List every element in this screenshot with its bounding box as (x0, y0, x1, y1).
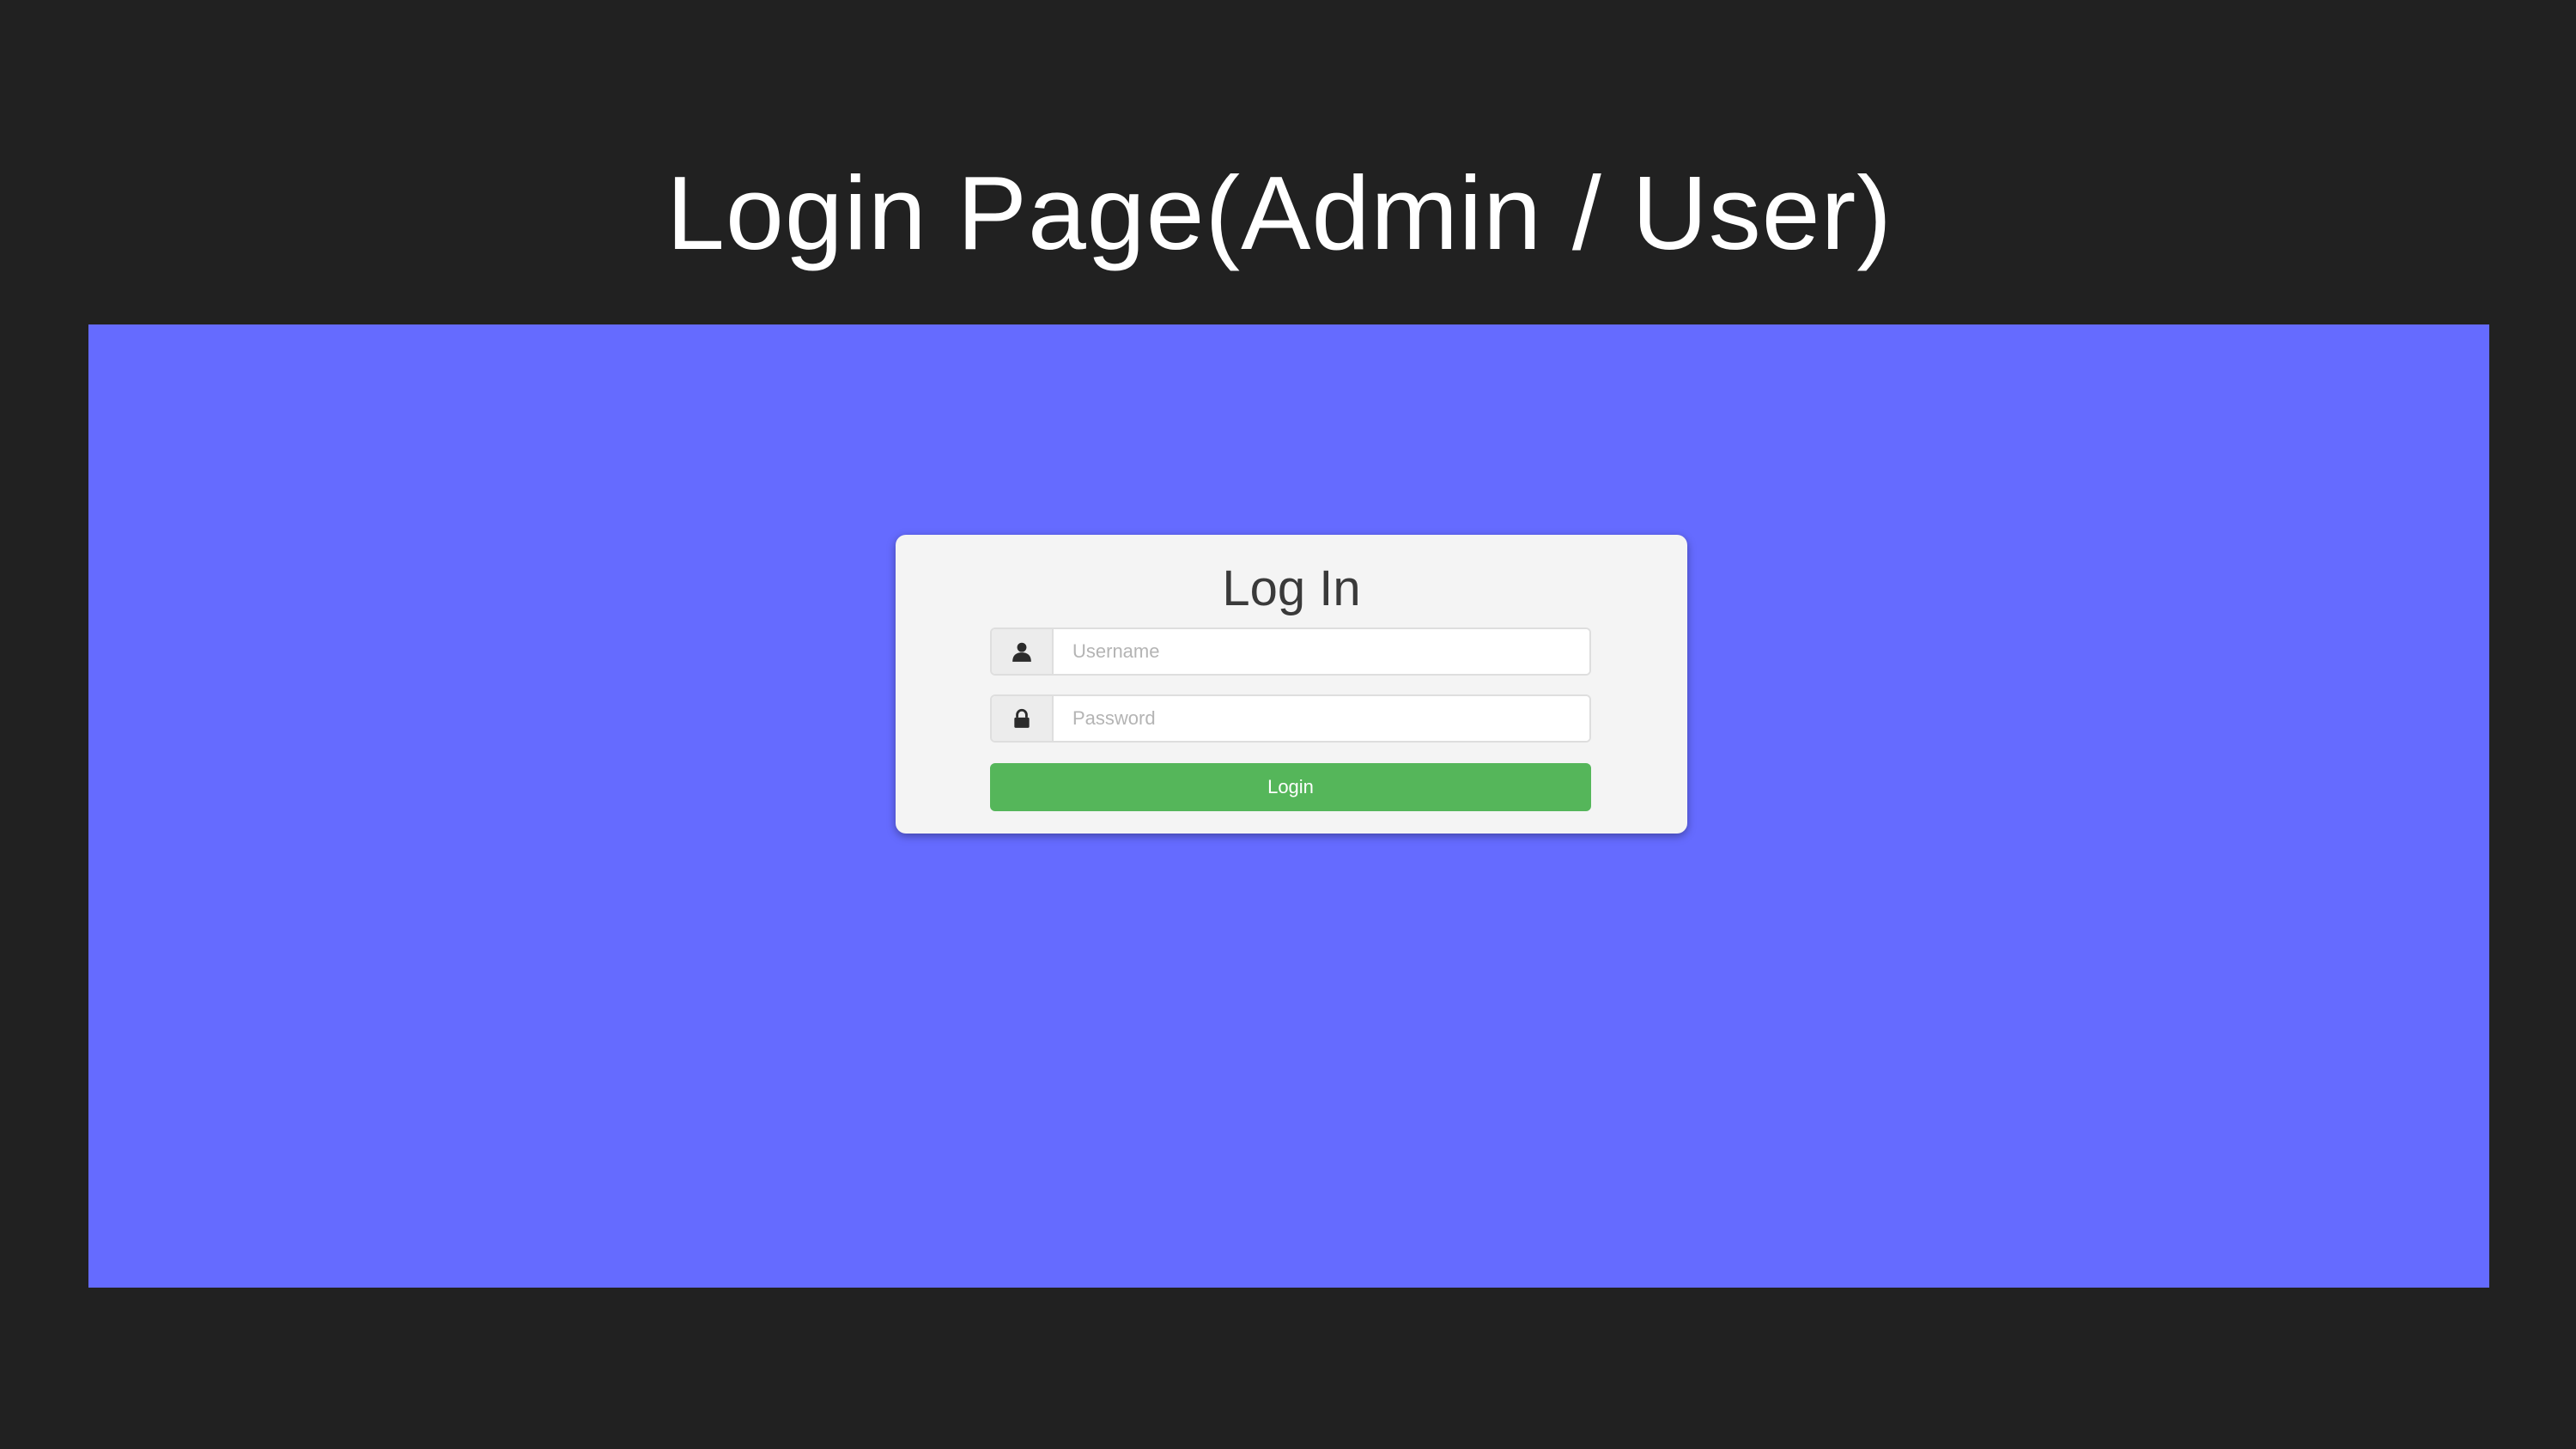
login-page-screenshot: Log In Login (88, 324, 2489, 1288)
slide-title: Login Page(Admin / User) (666, 155, 1893, 271)
login-card: Log In Login (896, 535, 1687, 834)
slide: Login Page(Admin / User) Log In Username… (0, 0, 2576, 1449)
password-input[interactable] (1054, 696, 1589, 741)
user-icon (992, 629, 1054, 674)
username-input-group (990, 627, 1591, 676)
login-heading: Log In (1222, 561, 1361, 616)
login-button[interactable]: Login (990, 763, 1591, 811)
password-input-group (990, 694, 1591, 743)
lock-icon (992, 696, 1054, 741)
username-input[interactable] (1054, 629, 1589, 674)
